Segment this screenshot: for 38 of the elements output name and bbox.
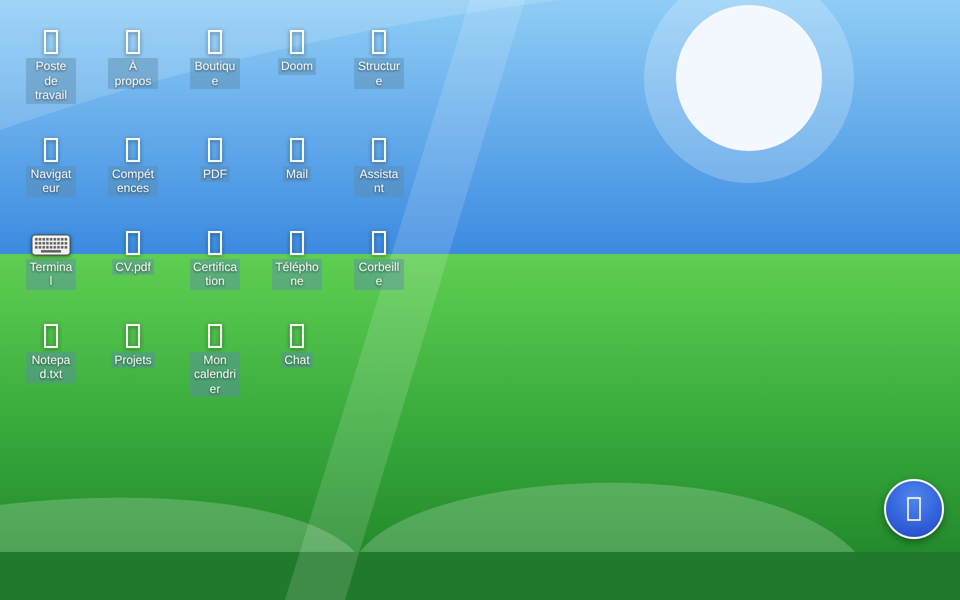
- desktop-icon-label[interactable]: Notepad.txt: [26, 352, 76, 382]
- desktop-icon-label[interactable]: Certification: [190, 258, 240, 290]
- blank-glyph-icon: [43, 28, 59, 56]
- desktop-icon-label[interactable]: Téléphone: [272, 258, 322, 290]
- blank-glyph-icon: [207, 28, 223, 56]
- desktop-icon-label[interactable]: Assistant: [354, 166, 404, 196]
- blank-glyph-icon: [125, 228, 141, 256]
- blank-glyph-icon: [207, 136, 223, 164]
- blank-glyph-icon: [125, 28, 141, 56]
- desktop-icon-label[interactable]: CV.pdf: [112, 258, 154, 275]
- desktop-icon-label[interactable]: PDF: [200, 166, 230, 182]
- desktop-icon-label[interactable]: Boutique: [190, 58, 240, 89]
- blank-glyph-icon: [43, 322, 59, 350]
- blank-glyph-icon: [43, 136, 59, 164]
- blank-glyph-icon: [371, 228, 387, 256]
- desktop-icon-label[interactable]: Mail: [282, 166, 311, 182]
- blank-glyph-icon: [289, 228, 305, 256]
- blank-glyph-icon: [289, 136, 305, 164]
- desktop-icon-label[interactable]: Terminal: [26, 258, 76, 290]
- blank-glyph-icon: [289, 28, 305, 56]
- blank-glyph-icon: [907, 497, 921, 521]
- blank-glyph-icon: [371, 136, 387, 164]
- desktop-icon-label[interactable]: Chat: [281, 352, 313, 368]
- blank-glyph-icon: [207, 322, 223, 350]
- blank-glyph-icon: [125, 136, 141, 164]
- blank-glyph-icon: [289, 322, 305, 350]
- blank-glyph-icon: [125, 322, 141, 350]
- desktop-icon-label[interactable]: Mon calendrier: [190, 352, 240, 397]
- desktop-icon-label[interactable]: Navigateur: [26, 166, 76, 196]
- desktop-icon-label[interactable]: Structure: [354, 58, 404, 89]
- desktop-icon-label[interactable]: Compétences: [108, 166, 158, 196]
- desktop-icon-label[interactable]: Poste de travail: [26, 58, 76, 104]
- blank-glyph-icon: [371, 28, 387, 56]
- desktop-icon-label[interactable]: À propos: [108, 58, 158, 89]
- desktop-icon-label[interactable]: Doom: [278, 58, 316, 74]
- desktop-icon-label[interactable]: Corbeille: [354, 258, 404, 290]
- blank-glyph-icon: [207, 228, 223, 256]
- desktop-icon-label[interactable]: Projets: [111, 352, 155, 368]
